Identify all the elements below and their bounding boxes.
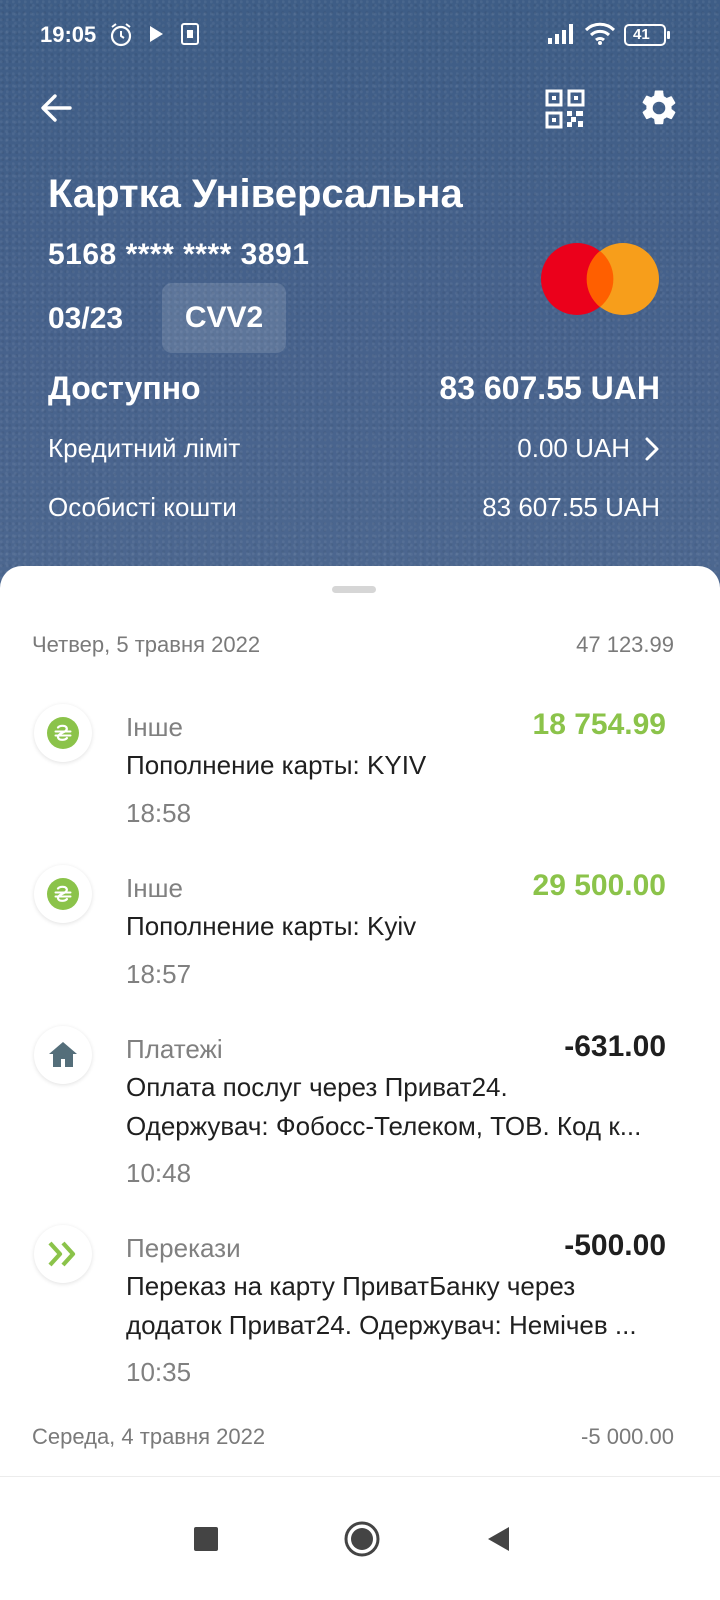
- transaction-amount: -631.00: [564, 1030, 666, 1063]
- own-funds-label: Особисті кошти: [48, 492, 237, 522]
- own-funds-value: 83 607.55 UAH: [482, 492, 660, 522]
- day-total: 47 123.99: [576, 632, 674, 657]
- cvv-button[interactable]: CVV2: [162, 283, 286, 353]
- description-line: Оплата послуг через Приват24.: [126, 1072, 508, 1102]
- hryvnia-icon: [34, 865, 92, 923]
- back-nav-button[interactable]: [478, 1477, 518, 1600]
- alarm-icon: [108, 22, 134, 53]
- transaction-time: 18:58: [126, 798, 192, 828]
- transaction-time: 10:35: [126, 1357, 192, 1387]
- signal-icon: [546, 22, 578, 51]
- qr-code-button[interactable]: [545, 89, 585, 134]
- description-line: Пополнение карты: KYIV: [126, 750, 427, 780]
- status-time: 19:05: [40, 22, 97, 47]
- back-arrow-icon: [41, 94, 72, 122]
- recents-button[interactable]: [180, 1477, 232, 1600]
- card-expiry: 03/23: [48, 302, 124, 335]
- transaction-amount: 18 754.99: [532, 708, 666, 741]
- transaction-description: Переказ на карту ПриватБанку через додат…: [126, 1267, 670, 1345]
- transaction-category: Інше: [126, 873, 183, 903]
- transaction-category: Перекази: [126, 1233, 241, 1263]
- circle-icon: [344, 1521, 380, 1557]
- transaction-description: Оплата послуг через Приват24. Одержувач:…: [126, 1068, 670, 1146]
- transaction-time: 18:57: [126, 959, 192, 989]
- square-icon: [194, 1527, 218, 1551]
- wifi-icon: [584, 22, 616, 51]
- transaction-description: Пополнение карты: Kyiv: [126, 907, 670, 946]
- mastercard-logo: [541, 243, 659, 315]
- description-line: Одержувач: Фобосс-Телеком, ТОВ. Код к...: [126, 1111, 642, 1141]
- credit-limit-value-wrap: 0.00 UAH: [517, 433, 660, 464]
- transaction-time: 10:48: [126, 1158, 192, 1188]
- play-icon: [146, 24, 166, 49]
- card-title: Картка Універсальна: [48, 172, 463, 216]
- back-button[interactable]: [36, 88, 76, 133]
- system-navigation-bar: [0, 1476, 720, 1600]
- battery-level: 41: [633, 26, 650, 43]
- credit-limit-label: Кредитний ліміт: [48, 433, 241, 463]
- credit-limit-row[interactable]: Кредитний ліміт 0.00 UAH: [48, 433, 660, 464]
- day-total: -5 000.00: [581, 1424, 674, 1449]
- chevron-right-icon: [645, 437, 659, 460]
- available-label: Доступно: [48, 370, 201, 406]
- day-header: Середа, 4 травня 2022 -5 000.00: [32, 1424, 674, 1450]
- sheet-drag-handle[interactable]: [332, 586, 376, 593]
- transaction-row[interactable]: Інше 29 500.00 Пополнение карты: Kyiv 18…: [0, 863, 720, 1003]
- settings-button[interactable]: [638, 87, 680, 134]
- available-row: Доступно 83 607.55 UAH: [48, 370, 660, 407]
- double-chevron-icon: [34, 1225, 92, 1283]
- card-number[interactable]: 5168 **** **** 3891: [48, 238, 309, 272]
- day-date: Середа, 4 травня 2022: [32, 1424, 266, 1449]
- credit-limit-value: 0.00 UAH: [517, 433, 630, 463]
- transaction-amount: 29 500.00: [532, 869, 666, 902]
- hryvnia-icon: [34, 704, 92, 762]
- status-bar: 19:05 41: [0, 0, 720, 70]
- sim-icon: [180, 22, 200, 51]
- transactions-sheet[interactable]: Четвер, 5 травня 2022 47 123.99 Інше 18 …: [0, 566, 720, 1476]
- qr-code-icon: [545, 89, 585, 129]
- transaction-category: Інше: [126, 712, 183, 742]
- transaction-row[interactable]: Інше 18 754.99 Пополнение карты: KYIV 18…: [0, 702, 720, 842]
- transaction-amount: -500.00: [564, 1229, 666, 1262]
- day-date: Четвер, 5 травня 2022: [32, 632, 261, 657]
- transaction-category: Платежі: [126, 1034, 223, 1064]
- description-line: додаток Приват24. Одержувач: Немічев ...: [126, 1310, 637, 1340]
- triangle-back-icon: [488, 1527, 509, 1551]
- gear-icon: [642, 90, 676, 125]
- day-header: Четвер, 5 травня 2022 47 123.99: [32, 632, 674, 658]
- available-value: 83 607.55 UAH: [439, 370, 660, 406]
- transaction-row[interactable]: Перекази -500.00 Переказ на карту Приват…: [0, 1223, 720, 1403]
- transaction-row[interactable]: Платежі -631.00 Оплата послуг через Прив…: [0, 1024, 720, 1204]
- house-icon: [34, 1026, 92, 1084]
- home-button[interactable]: [330, 1477, 394, 1600]
- description-line: Переказ на карту ПриватБанку через: [126, 1271, 576, 1301]
- own-funds-row: Особисті кошти 83 607.55 UAH: [48, 492, 660, 523]
- description-line: Пополнение карты: Kyiv: [126, 911, 417, 941]
- transaction-description: Пополнение карты: KYIV: [126, 746, 670, 785]
- card-header: 19:05 41 Картка Універсальна 5168 **** *…: [0, 0, 720, 620]
